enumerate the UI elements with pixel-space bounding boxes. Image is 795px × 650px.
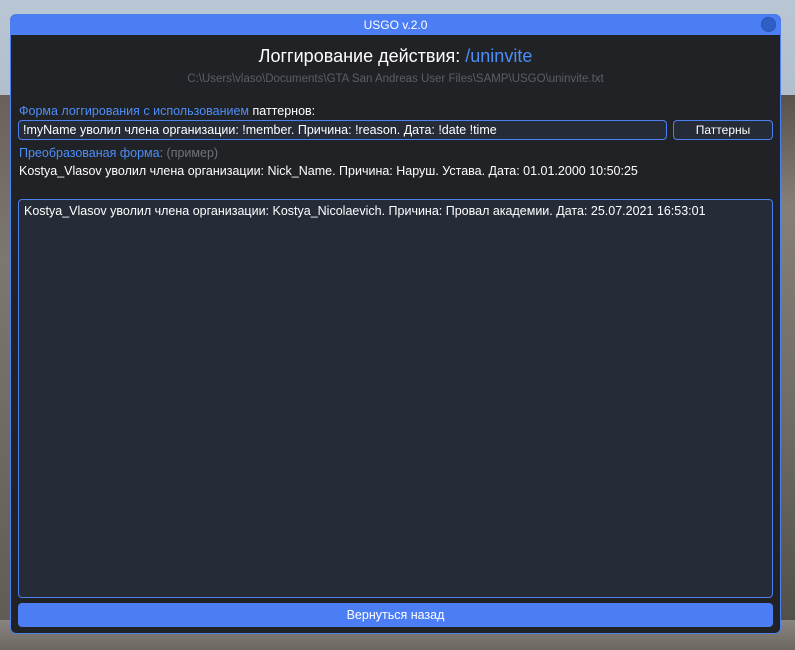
page-title: Логгирование действия: /uninvite xyxy=(11,44,780,68)
pattern-form-label-rest: паттернов: xyxy=(252,104,316,118)
close-icon[interactable] xyxy=(761,17,776,32)
log-textarea[interactable]: Kostya_Vlasov уволил члена организации: … xyxy=(18,199,773,598)
page-title-prefix: Логгирование действия: xyxy=(258,46,461,66)
page-title-command: /uninvite xyxy=(465,46,533,66)
converted-form-label-text: Преобразованая форма: xyxy=(19,146,164,160)
back-button[interactable]: Вернуться назад xyxy=(18,603,773,627)
converted-example-text: Kostya_Vlasov уволил члена организации: … xyxy=(19,164,638,178)
patterns-button[interactable]: Паттерны xyxy=(673,120,773,140)
window-titlebar[interactable]: USGO v.2.0 xyxy=(11,15,780,35)
log-file-path: C:\Users\vlaso\Documents\GTA San Andreas… xyxy=(187,73,604,85)
window-title: USGO v.2.0 xyxy=(363,18,428,32)
usgo-window: USGO v.2.0 Логгирование действия: /uninv… xyxy=(10,14,781,634)
converted-form-label: Преобразованая форма: (пример) xyxy=(19,145,218,161)
pattern-form-label: Форма логгирования с использованием патт… xyxy=(19,103,315,119)
log-line: Kostya_Vlasov уволил члена организации: … xyxy=(24,204,706,218)
pattern-input[interactable] xyxy=(18,120,667,140)
pattern-form-label-highlight: Форма логгирования с использованием xyxy=(19,104,250,118)
converted-form-hint: (пример) xyxy=(166,146,219,160)
